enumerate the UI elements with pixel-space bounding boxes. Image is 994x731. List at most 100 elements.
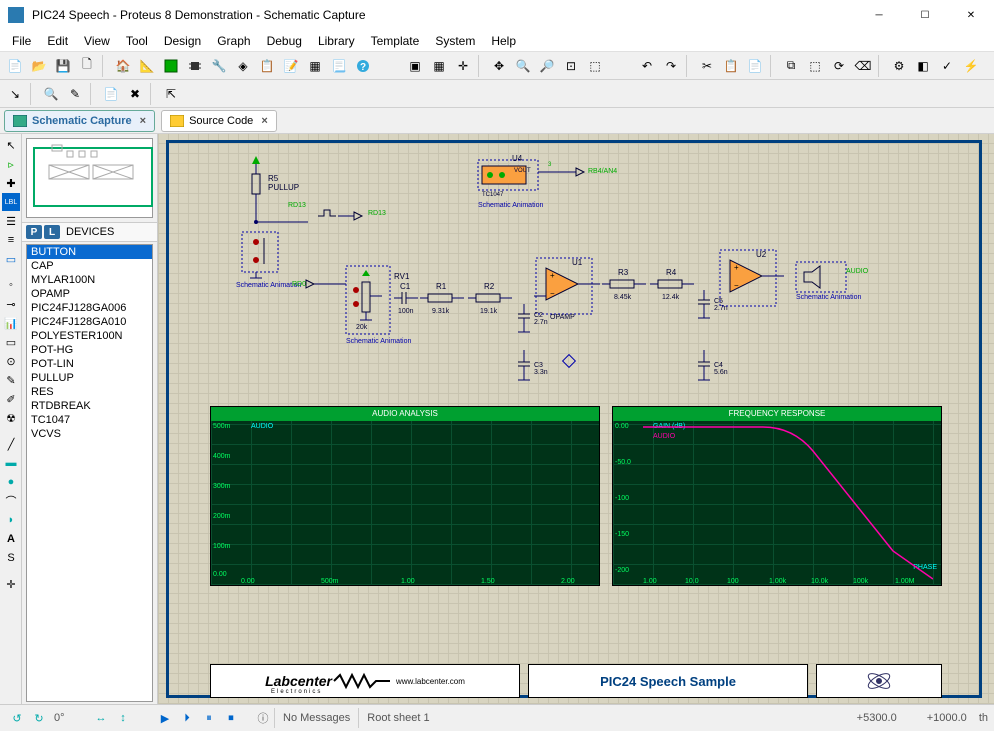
bus-tool-icon[interactable]: ≡ — [2, 231, 20, 249]
compile-icon[interactable]: ▦ — [304, 55, 326, 77]
res-r2[interactable] — [468, 288, 514, 308]
label-tool-icon[interactable]: LBL — [2, 193, 20, 211]
device-pin-icon[interactable]: ⊸ — [2, 295, 20, 313]
menu-edit[interactable]: Edit — [39, 32, 76, 50]
device-item[interactable]: PULLUP — [27, 371, 152, 385]
tab-schematic-capture[interactable]: Schematic Capture × — [4, 110, 155, 132]
l-button[interactable]: L — [44, 225, 60, 239]
close-button[interactable]: ✕ — [948, 0, 994, 30]
pot-rv1[interactable] — [344, 264, 394, 344]
info-icon[interactable]: ⓘ — [252, 708, 274, 728]
subcircuit-icon[interactable]: ▭ — [2, 250, 20, 268]
tc1047-block[interactable] — [476, 158, 606, 208]
component-tool-icon[interactable]: ▹ — [2, 155, 20, 173]
menu-view[interactable]: View — [76, 32, 118, 50]
device-item[interactable]: BUTTON — [27, 245, 152, 259]
zoom-out-icon[interactable]: 🔎 — [536, 55, 558, 77]
block-rotate-icon[interactable]: ⟳ — [828, 55, 850, 77]
cap-c4[interactable] — [696, 350, 712, 390]
text-script-icon[interactable]: ☰ — [2, 212, 20, 230]
verify-icon[interactable]: ✓ — [936, 55, 958, 77]
list-icon[interactable]: 📃 — [328, 55, 350, 77]
search-icon[interactable]: 🔍 — [40, 83, 62, 105]
3d-icon[interactable]: ◈ — [232, 55, 254, 77]
menu-tool[interactable]: Tool — [118, 32, 156, 50]
opamp-u1[interactable]: + − — [534, 256, 604, 320]
devices-list[interactable]: BUTTON CAP MYLAR100N OPAMP PIC24FJ128GA0… — [26, 244, 153, 702]
pcb-icon[interactable] — [160, 55, 182, 77]
device-item[interactable]: RES — [27, 385, 152, 399]
overview-map[interactable] — [26, 138, 153, 218]
help-icon[interactable]: ? — [352, 55, 374, 77]
open-folder-icon[interactable]: 📂 — [28, 55, 50, 77]
block-delete-icon[interactable]: ⌫ — [852, 55, 874, 77]
device-item[interactable]: POT-HG — [27, 343, 152, 357]
device-item[interactable]: CAP — [27, 259, 152, 273]
chip-icon[interactable] — [184, 55, 206, 77]
graph-icon[interactable]: 📊 — [2, 314, 20, 332]
copy-icon[interactable]: 📋 — [720, 55, 742, 77]
instrument-icon[interactable]: ☢ — [2, 409, 20, 427]
device-item[interactable]: POLYESTER100N — [27, 329, 152, 343]
play-icon[interactable]: ▶ — [154, 708, 176, 728]
flip-h-icon[interactable]: ↔ — [90, 708, 112, 728]
device-item[interactable]: TC1047 — [27, 413, 152, 427]
device-item[interactable]: RTDBREAK — [27, 399, 152, 413]
menu-file[interactable]: File — [4, 32, 39, 50]
probe-v-icon[interactable]: ✎ — [2, 371, 20, 389]
gerber-icon[interactable]: 🔧 — [208, 55, 230, 77]
block-move-icon[interactable]: ⬚ — [804, 55, 826, 77]
menu-graph[interactable]: Graph — [209, 32, 258, 50]
zoom-in-icon[interactable]: 🔍 — [512, 55, 534, 77]
schematic-canvas[interactable]: R5PULLUP RD13 RD13 Schematic Animation R… — [158, 134, 994, 704]
menu-system[interactable]: System — [427, 32, 483, 50]
menu-debug[interactable]: Debug — [259, 32, 310, 50]
redo-icon[interactable]: ↷ — [660, 55, 682, 77]
angle-field[interactable]: 0° — [50, 712, 90, 724]
delete-sheet-icon[interactable]: ✖ — [124, 83, 146, 105]
pan-icon[interactable]: ✥ — [488, 55, 510, 77]
origin-icon[interactable]: ✛ — [452, 55, 474, 77]
menu-library[interactable]: Library — [310, 32, 363, 50]
package-icon[interactable]: ◧ — [912, 55, 934, 77]
p-button[interactable]: P — [26, 225, 42, 239]
new-file-icon[interactable]: 📄 — [4, 55, 26, 77]
device-item[interactable]: OPAMP — [27, 287, 152, 301]
device-item[interactable]: POT-LIN — [27, 357, 152, 371]
step-icon[interactable]: ⏵ — [176, 708, 198, 728]
terminal-icon[interactable]: ◦ — [2, 276, 20, 294]
cap-c5[interactable] — [696, 290, 712, 326]
device-item[interactable]: VCVS — [27, 427, 152, 441]
res-r3[interactable] — [602, 274, 648, 294]
stop-icon[interactable]: ⏹ — [220, 708, 242, 728]
marker-icon[interactable]: ✛ — [2, 575, 20, 593]
zoom-all-icon[interactable]: ⊡ — [560, 55, 582, 77]
res-r1[interactable] — [420, 288, 466, 308]
rotate-ccw-icon[interactable]: ↺ — [6, 708, 28, 728]
device-item[interactable]: PIC24FJ128GA006 — [27, 301, 152, 315]
grid-icon[interactable]: ▦ — [428, 55, 450, 77]
circle-2d-icon[interactable]: ● — [2, 473, 20, 491]
close-project-icon[interactable]: 🗋 — [76, 55, 98, 77]
close-tab-icon[interactable]: × — [261, 115, 267, 127]
selection-tool-icon[interactable]: ↖ — [2, 136, 20, 154]
tape-icon[interactable]: ▭ — [2, 333, 20, 351]
cut-icon[interactable]: ✂ — [696, 55, 718, 77]
cap-c1[interactable] — [394, 288, 420, 308]
probe-i-icon[interactable]: ✐ — [2, 390, 20, 408]
messages-field[interactable]: No Messages — [274, 708, 358, 728]
close-tab-icon[interactable]: × — [140, 115, 146, 127]
tab-source-code[interactable]: Source Code × — [161, 110, 277, 132]
junction-tool-icon[interactable]: ✚ — [2, 174, 20, 192]
bom-icon[interactable]: 📋 — [256, 55, 278, 77]
pick-icon[interactable]: ⚙ — [888, 55, 910, 77]
block-copy-icon[interactable]: ⧉ — [780, 55, 802, 77]
minimize-button[interactable]: ─ — [856, 0, 902, 30]
undo-icon[interactable]: ↶ — [636, 55, 658, 77]
box-2d-icon[interactable]: ▬ — [2, 454, 20, 472]
new-sheet-icon[interactable]: 📄 — [100, 83, 122, 105]
path-2d-icon[interactable]: ◗ — [2, 511, 20, 529]
rotate-cw-icon[interactable]: ↻ — [28, 708, 50, 728]
res-r4[interactable] — [650, 274, 696, 294]
menu-help[interactable]: Help — [483, 32, 524, 50]
